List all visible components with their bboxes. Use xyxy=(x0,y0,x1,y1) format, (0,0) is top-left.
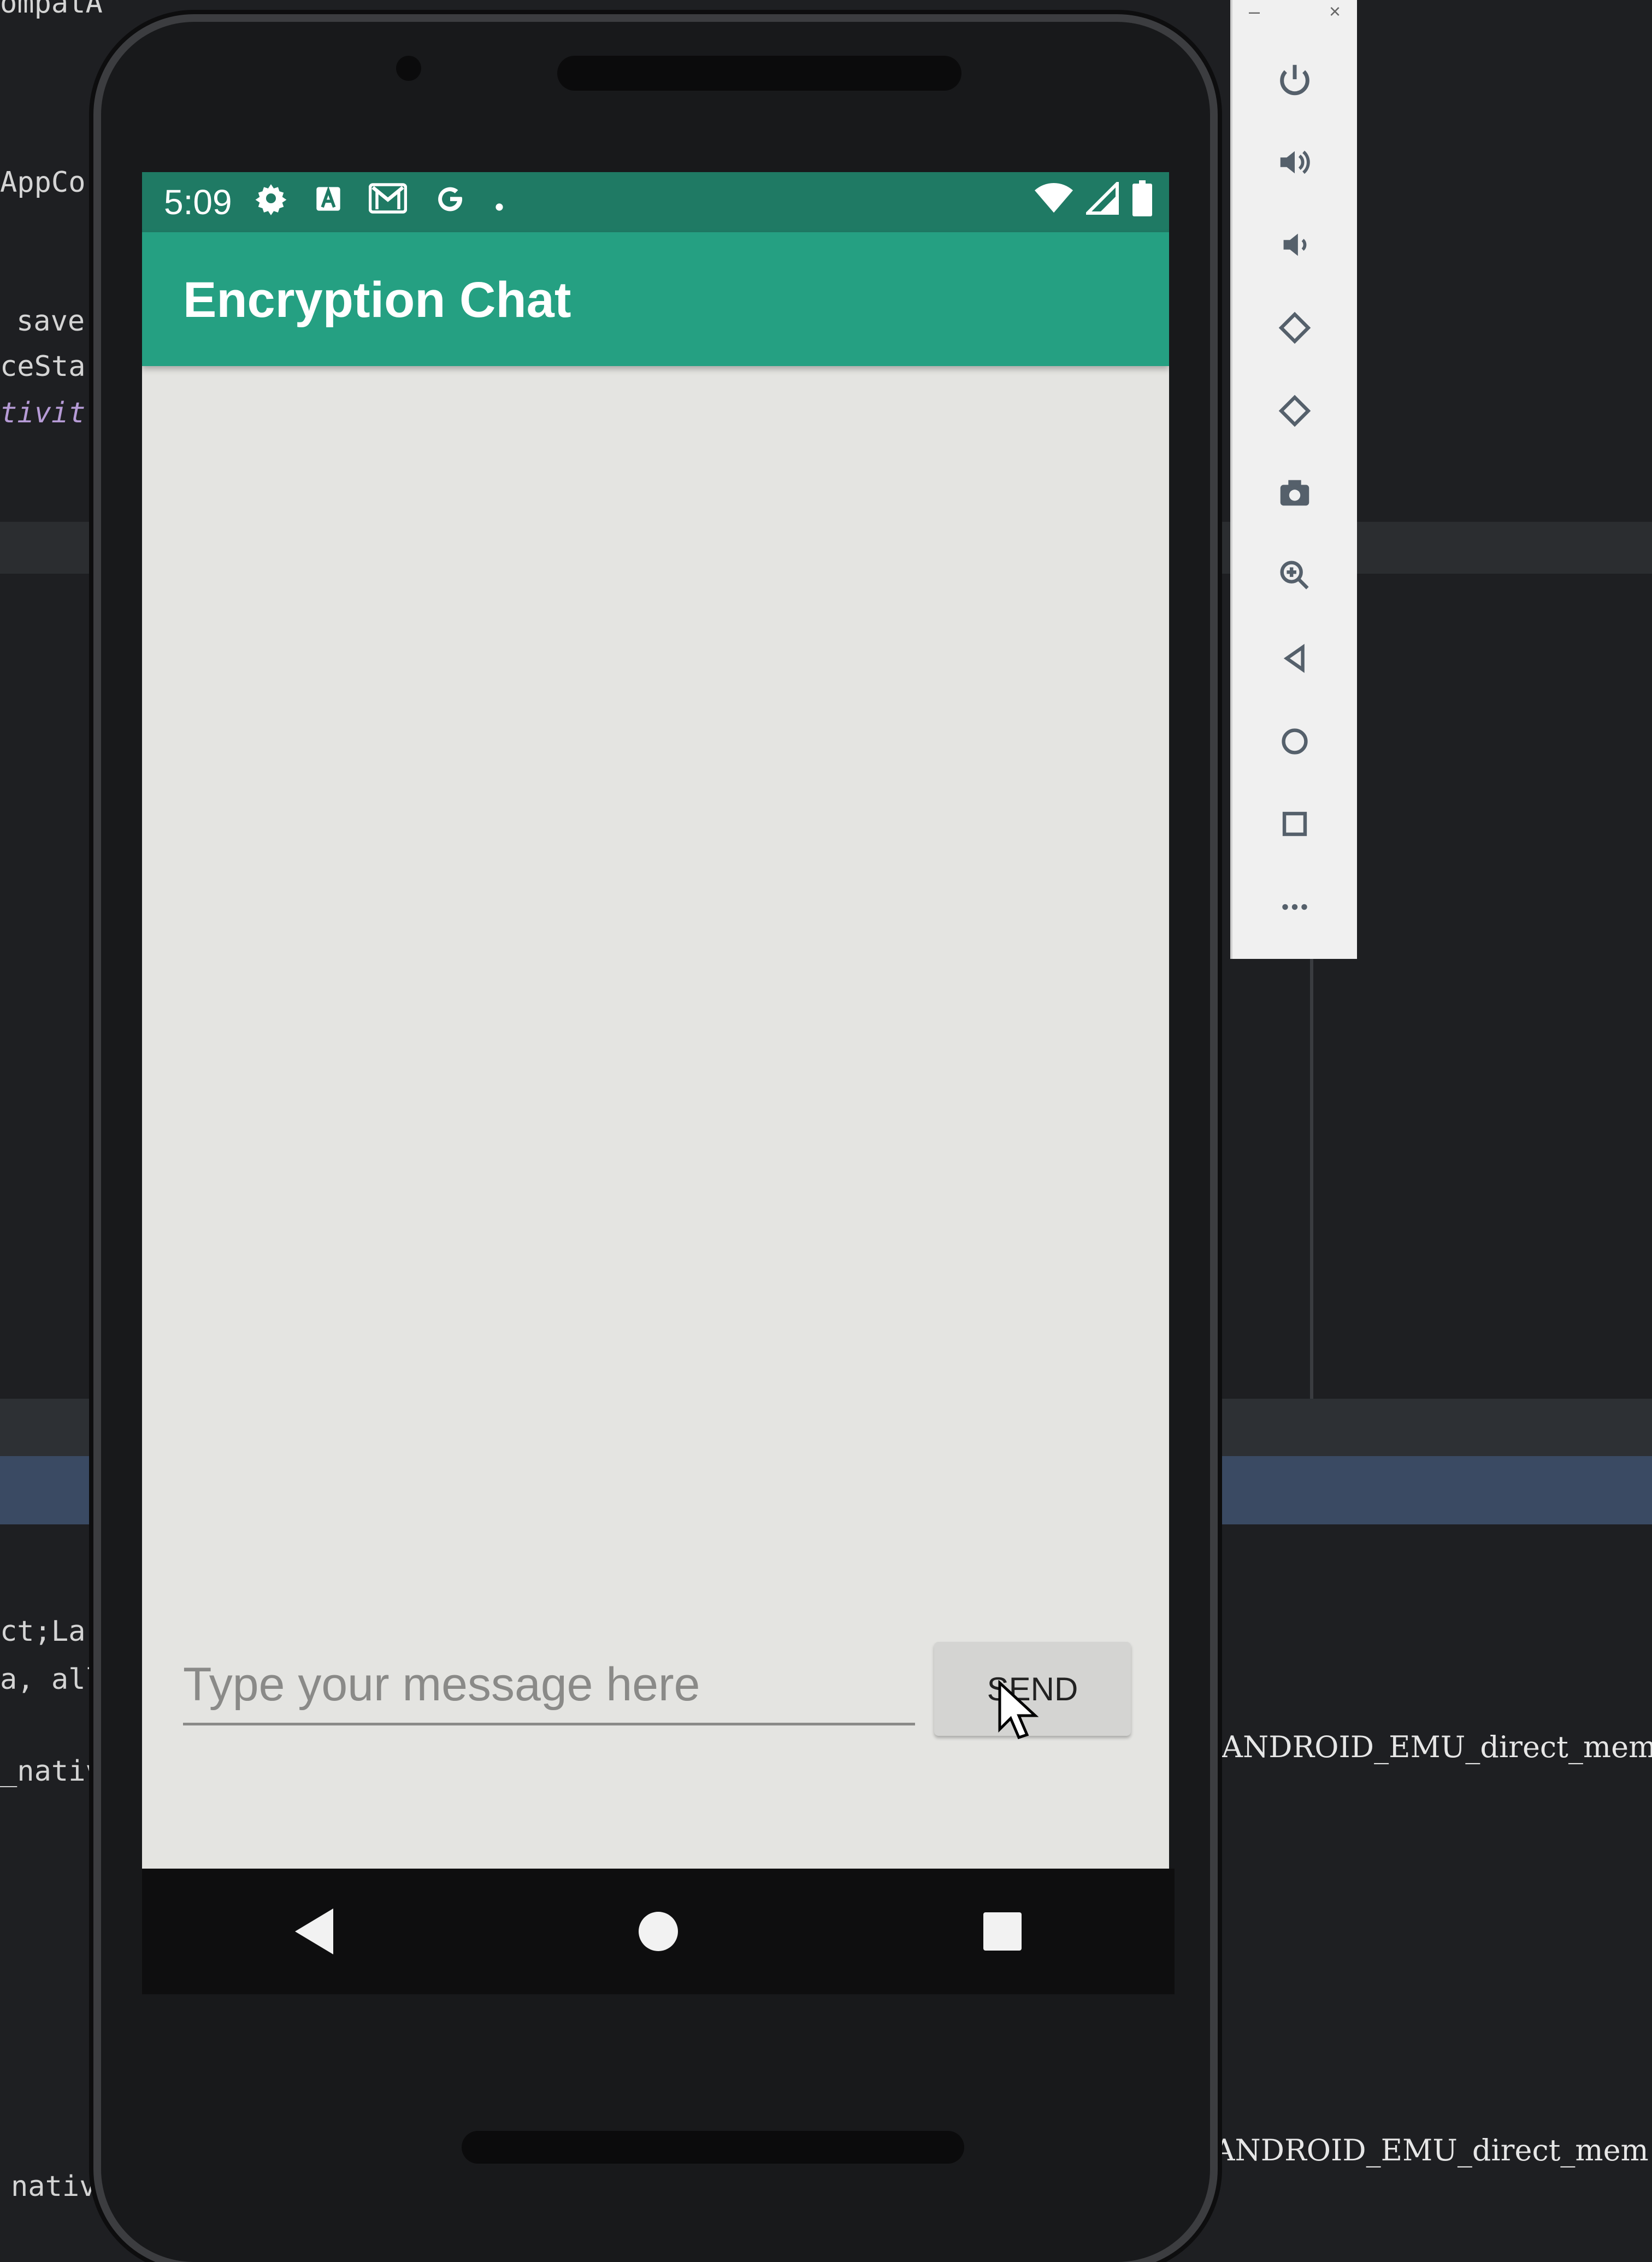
rotate-right-button[interactable] xyxy=(1232,378,1357,444)
zoom-button[interactable] xyxy=(1232,543,1357,608)
log-line: 1 ANDROID_EMU_direct_mem xyxy=(1185,2133,1649,2167)
code-fragment: tivit xyxy=(0,397,86,429)
code-fragment: AppCo xyxy=(0,166,86,199)
android-navigation-bar xyxy=(142,1869,1175,1994)
more-dots-icon xyxy=(1282,904,1307,910)
back-triangle-icon xyxy=(1283,644,1305,673)
more-button[interactable] xyxy=(1232,874,1357,940)
code-fragment: native xyxy=(11,2170,114,2203)
earpiece-speaker xyxy=(557,56,961,91)
rotate-right-icon xyxy=(1278,394,1311,427)
nav-home-icon[interactable] xyxy=(638,1912,678,1951)
app-title: Encryption Chat xyxy=(183,272,571,328)
nav-recents-icon[interactable] xyxy=(983,1912,1022,1951)
gmail-icon xyxy=(368,183,407,221)
camera-icon xyxy=(1280,480,1309,506)
volume-up-button[interactable] xyxy=(1232,129,1357,195)
rotate-left-icon xyxy=(1278,311,1311,344)
status-bar: 5:09 xyxy=(142,172,1169,232)
overview-square-icon xyxy=(1282,811,1307,837)
home-circle-icon xyxy=(1282,728,1308,755)
close-icon[interactable]: × xyxy=(1329,0,1341,25)
screenshot-button[interactable] xyxy=(1232,460,1357,526)
power-icon xyxy=(1280,64,1309,96)
chat-message-list[interactable] xyxy=(142,366,1169,1792)
emulator-toolbar: – × xyxy=(1230,0,1357,959)
code-fragment: ompatA xyxy=(0,0,103,20)
status-time: 5:09 xyxy=(164,182,232,222)
power-button[interactable] xyxy=(1232,46,1357,112)
emulator-back-button[interactable] xyxy=(1232,626,1357,691)
log-line: ANDROID_EMU_direct_mem xyxy=(1222,1730,1652,1764)
nav-back-icon[interactable] xyxy=(294,1908,333,1954)
battery-icon xyxy=(1132,180,1153,224)
volume-down-button[interactable] xyxy=(1232,212,1357,278)
system-status-icons xyxy=(1022,179,1153,224)
code-fragment: ct;Lar xyxy=(0,1615,103,1648)
volume-down-icon xyxy=(1283,233,1307,256)
volume-up-icon xyxy=(1280,150,1310,174)
signal-icon xyxy=(1083,179,1119,222)
app-toolbar: Encryption Chat xyxy=(142,232,1169,366)
notification-icons xyxy=(254,181,532,223)
a-notification-icon xyxy=(314,184,343,221)
front-camera xyxy=(396,56,421,81)
emulator-home-button[interactable] xyxy=(1232,709,1357,774)
ide-divider xyxy=(1310,956,1313,1399)
wifi-icon xyxy=(1035,182,1073,222)
message-input[interactable] xyxy=(183,1652,915,1725)
code-fragment: _nativ xyxy=(0,1755,103,1788)
code-fragment: save xyxy=(16,305,85,338)
code-fragment: ceSta xyxy=(0,350,86,383)
emulator-overview-button[interactable] xyxy=(1232,791,1357,857)
emulator-window-controls: – × xyxy=(1232,0,1357,25)
rotate-left-button[interactable] xyxy=(1232,295,1357,361)
mouse-pointer-icon xyxy=(998,1680,1039,1740)
bottom-speaker xyxy=(462,2131,964,2164)
zoom-icon xyxy=(1280,561,1309,590)
settings-gear-icon xyxy=(254,181,288,223)
code-fragment: a, all xyxy=(0,1663,103,1696)
minimize-icon[interactable]: – xyxy=(1249,0,1260,25)
dot-icon xyxy=(493,184,505,221)
google-icon xyxy=(433,181,467,223)
